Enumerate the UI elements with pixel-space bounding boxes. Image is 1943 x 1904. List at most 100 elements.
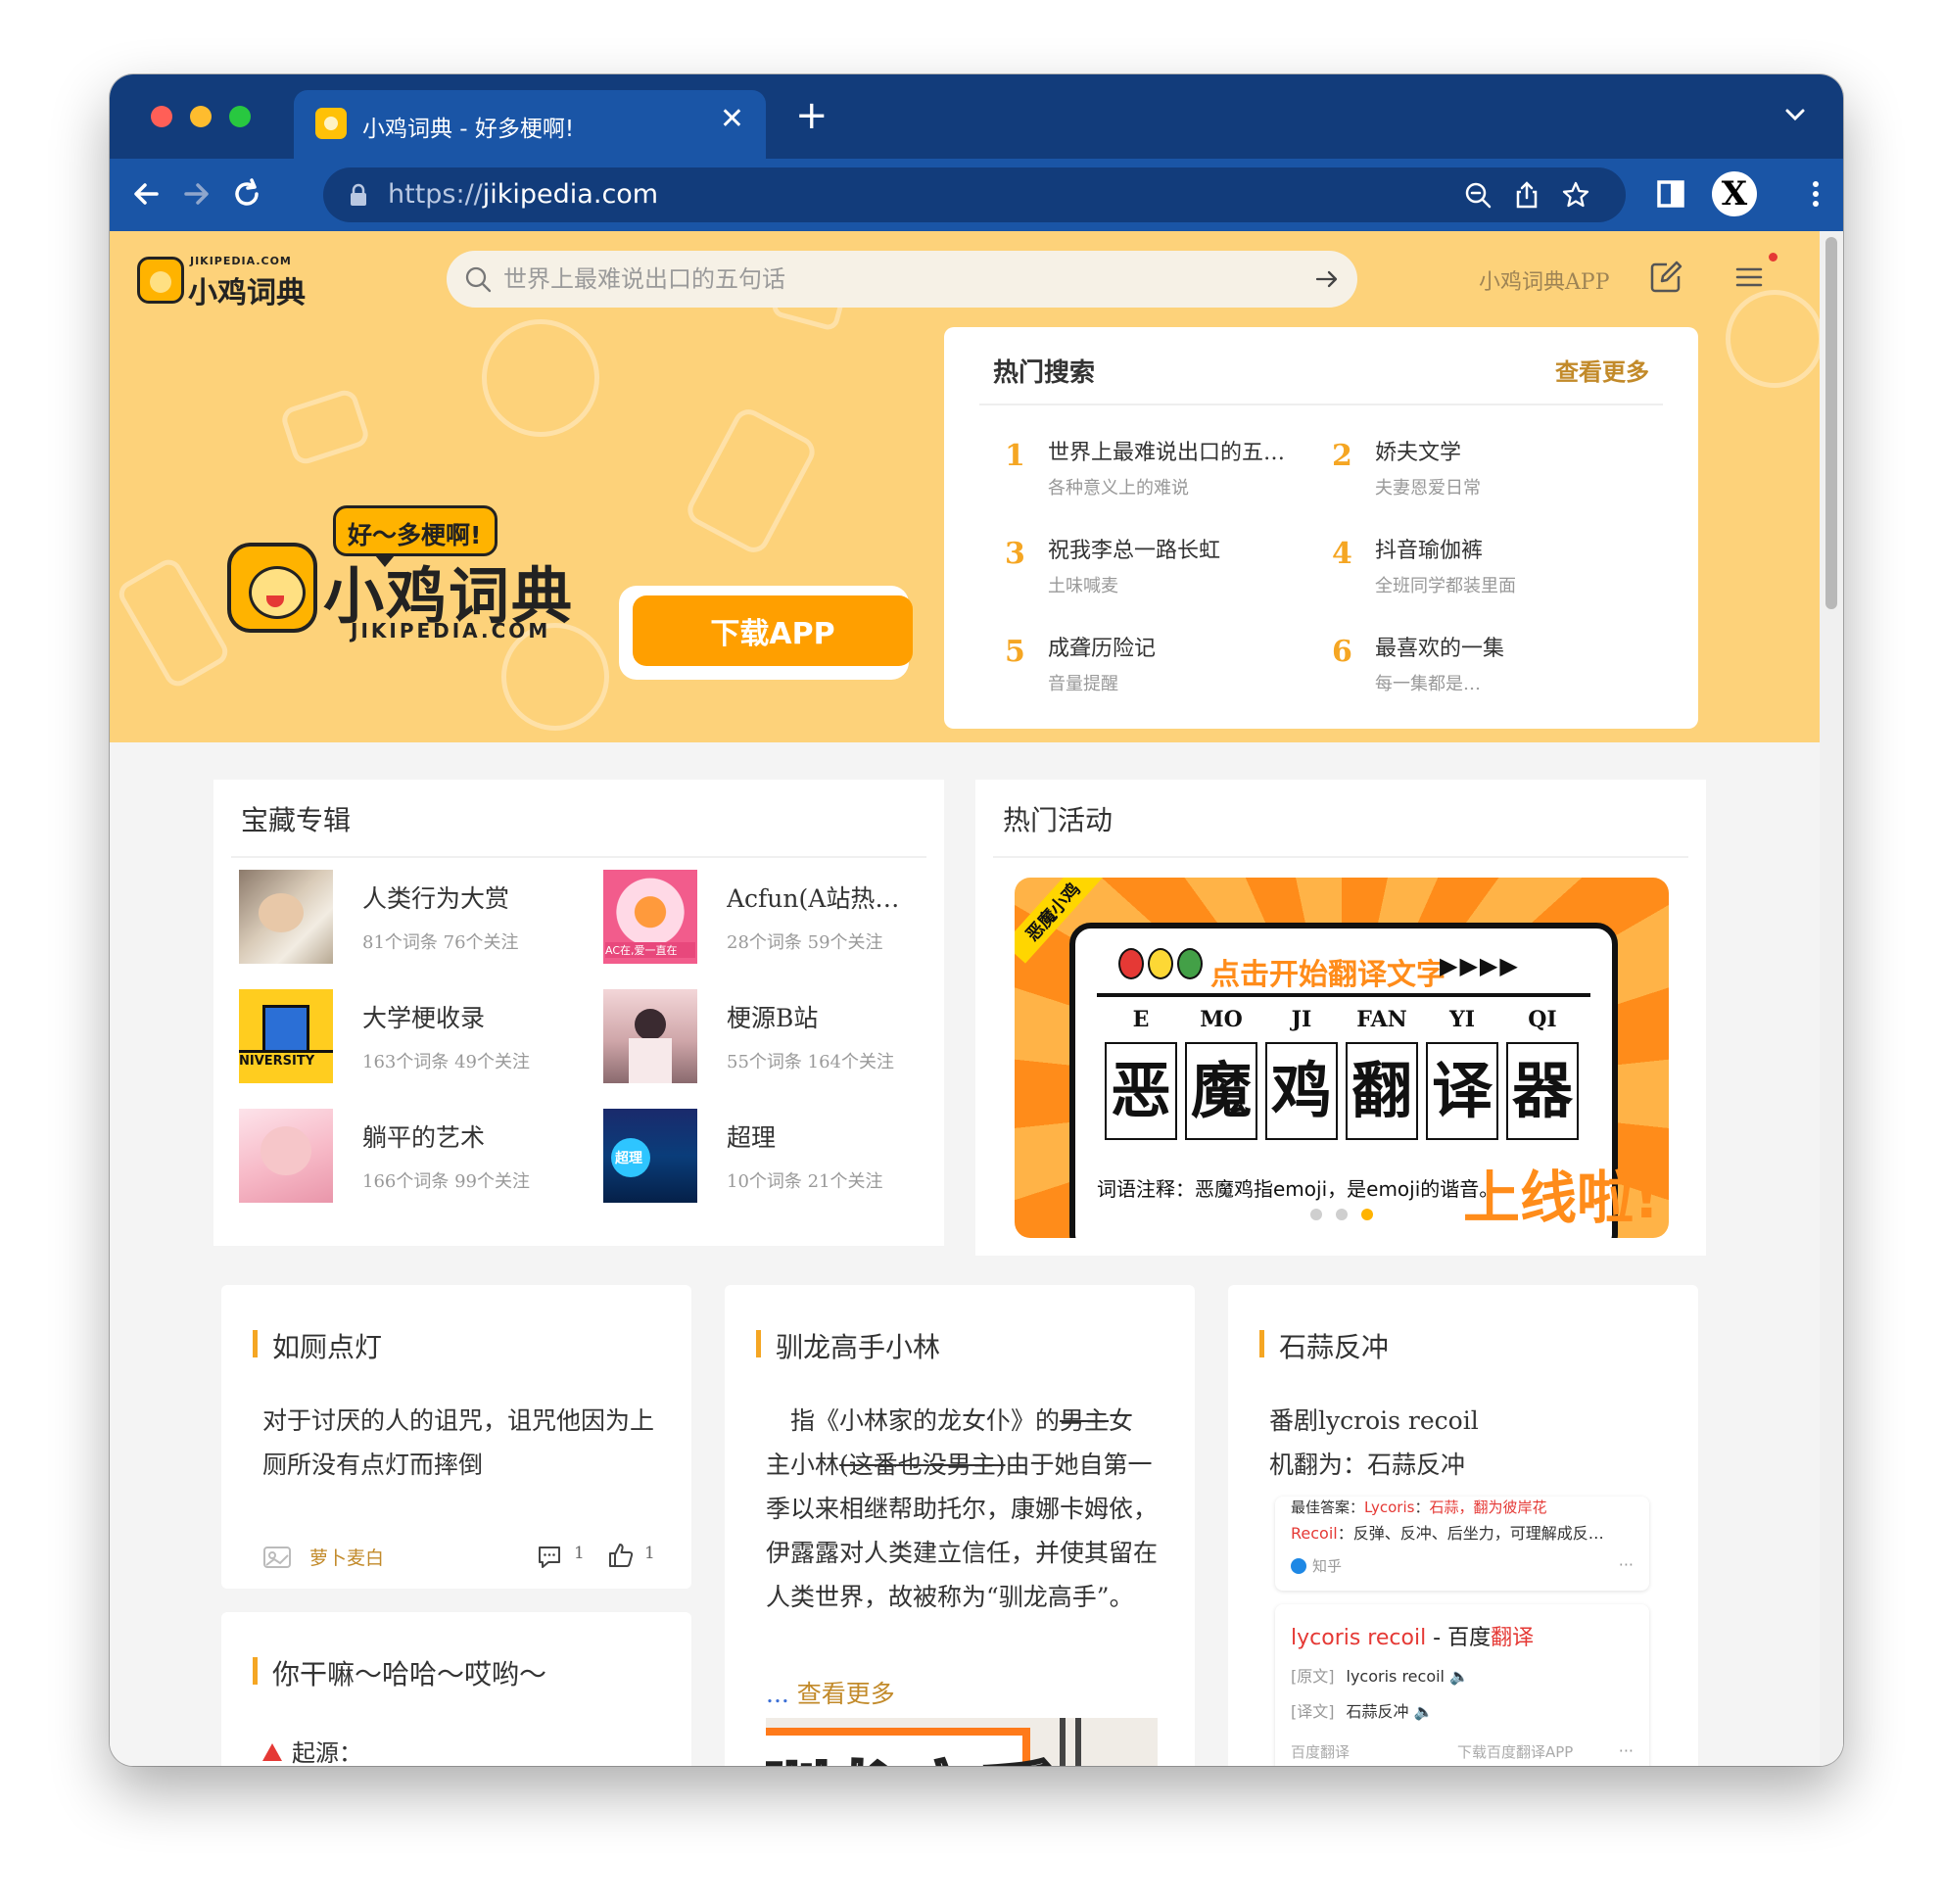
zhihu-best-answer: 最佳答案：Lycoris：石蒜，翻为彼岸花 — [1291, 1499, 1547, 1516]
more-icon: ··· — [1618, 1741, 1634, 1760]
word-title: 石蒜反冲 — [1259, 1326, 1389, 1365]
carousel-dot[interactable] — [1336, 1209, 1348, 1220]
album-card[interactable]: 人类行为大赏 81个词条 76个关注 — [239, 870, 572, 968]
album-card[interactable]: AC在,爱一直在 Acfun(A站热… 28个词条 59个关注 — [603, 870, 936, 968]
hot-search-item[interactable]: 4 抖音瑜伽裤 全班同学都装里面 — [1332, 533, 1645, 611]
reload-icon[interactable] — [227, 174, 266, 214]
banner-character: 恶 — [1105, 1042, 1177, 1140]
baidu-translation-row: [译文] 石蒜反冲 🔈 — [1291, 1702, 1434, 1721]
comment-icon[interactable] — [537, 1544, 562, 1569]
hot-subtitle: 每一集都是… — [1375, 674, 1481, 694]
search-bar[interactable] — [447, 251, 1357, 308]
carousel-dot[interactable] — [1310, 1209, 1322, 1220]
new-tab-icon[interactable]: + — [795, 96, 829, 135]
scrollbar-thumb[interactable] — [1825, 237, 1837, 609]
see-more-link[interactable]: ... 查看更多 — [766, 1675, 895, 1710]
album-card[interactable]: 躺平的艺术 166个词条 99个关注 — [239, 1109, 572, 1207]
sidebar-icon[interactable] — [1651, 174, 1690, 214]
banner-headline: 点击开始翻译文字 — [1210, 958, 1445, 992]
word-card[interactable]: 你干嘛～哈哈～哎哟～ 起源： — [221, 1612, 691, 1766]
album-meta: 166个词条 99个关注 — [362, 1171, 530, 1192]
hot-rank: 4 — [1332, 537, 1352, 571]
album-name: Acfun(A站热… — [727, 884, 900, 913]
hamburger-menu-icon[interactable] — [1733, 262, 1765, 292]
thumbs-up-icon[interactable] — [607, 1542, 635, 1569]
yellow-light-icon — [1148, 948, 1173, 979]
doodle-popsicle-icon — [114, 554, 233, 691]
edit-icon[interactable] — [1647, 259, 1684, 296]
carousel-dot-active[interactable] — [1361, 1209, 1373, 1220]
arrow-right-icon[interactable] — [1314, 266, 1340, 292]
forward-arrow-icon[interactable] — [176, 174, 215, 214]
search-icon — [465, 266, 492, 293]
hot-name: 世界上最难说出口的五… — [1048, 441, 1286, 465]
scrollbar-track[interactable] — [1820, 231, 1843, 1766]
hot-search-item[interactable]: 5 成聋历险记 音量提醒 — [1005, 631, 1318, 709]
album-thumbnail — [239, 870, 333, 964]
album-name: 大学梗收录 — [362, 1004, 486, 1032]
active-tab[interactable]: 小鸡词典 - 好多梗啊! ✕ — [294, 90, 766, 159]
zoom-window-button[interactable] — [229, 106, 251, 127]
hot-subtitle: 全班同学都装里面 — [1375, 576, 1516, 596]
divider — [979, 404, 1663, 405]
author-name[interactable]: 萝卜麦白 — [309, 1544, 384, 1570]
hot-rank: 2 — [1332, 439, 1352, 473]
hot-search-item[interactable]: 6 最喜欢的一集 每一集都是… — [1332, 631, 1645, 709]
app-download-link[interactable]: 小鸡词典APP — [1479, 264, 1610, 296]
word-card[interactable]: 驯龙高手小林 指《小林家的龙女仆》的男主女主小林(这番也没男主)由于她自第一季以… — [725, 1285, 1195, 1766]
album-card[interactable]: NIVERSITY 大学梗收录 163个词条 49个关注 — [239, 989, 572, 1087]
album-card[interactable]: 梗源B站 55个词条 164个关注 — [603, 989, 936, 1087]
event-banner[interactable]: 恶魔小鸡 点击开始翻译文字 ▶▶▶▶ E MO JI FAN YI QI 恶 魔 — [1015, 878, 1669, 1238]
events-title: 热门活动 — [1003, 804, 1114, 836]
album-name: 躺平的艺术 — [362, 1123, 486, 1152]
hot-subtitle: 音量提醒 — [1048, 674, 1118, 694]
word-footer: 萝卜麦白 1 1 — [262, 1540, 660, 1575]
hot-search-more-link[interactable]: 查看更多 — [1555, 353, 1649, 387]
close-window-button[interactable] — [151, 106, 172, 127]
back-arrow-icon[interactable] — [127, 174, 166, 214]
hot-name: 抖音瑜伽裤 — [1375, 539, 1484, 563]
baidu-app-link: 下载百度翻译APP — [1457, 1743, 1574, 1761]
bookmark-star-icon[interactable] — [1561, 180, 1590, 210]
like-count: 1 — [644, 1544, 655, 1563]
speaker-icon: 🔈 — [1449, 1667, 1470, 1686]
brand-domain: JIKIPEDIA.COM — [351, 619, 551, 643]
album-thumbnail — [603, 989, 697, 1083]
banner-character: 译 — [1426, 1042, 1498, 1140]
album-meta: 10个词条 21个关注 — [727, 1171, 883, 1192]
tab-title: 小鸡词典 - 好多梗啊! — [362, 117, 575, 142]
comment-count: 1 — [574, 1544, 585, 1563]
address-bar[interactable]: https://jikipedia.com — [323, 167, 1626, 222]
album-card[interactable]: 超理 超理 10个词条 21个关注 — [603, 1109, 936, 1207]
logo-name: 小鸡词典 — [188, 276, 306, 310]
hot-search-item[interactable]: 1 世界上最难说出口的五… 各种意义上的难说 — [1005, 435, 1318, 513]
search-input[interactable] — [503, 251, 1287, 308]
minimize-window-button[interactable] — [190, 106, 212, 127]
profile-avatar[interactable]: X — [1712, 171, 1757, 216]
album-thumb-caption: NIVERSITY — [239, 1054, 315, 1069]
divider — [993, 856, 1688, 858]
more-icon: ··· — [1618, 1555, 1634, 1574]
hot-subtitle: 夫妻恩爱日常 — [1375, 478, 1481, 499]
banner-pinyin: E — [1132, 1007, 1150, 1032]
album-thumb-caption: 超理 — [615, 1151, 642, 1166]
more-vertical-icon[interactable] — [1796, 174, 1835, 214]
hot-name: 娇夫文学 — [1375, 441, 1462, 465]
tab-close-icon[interactable]: ✕ — [720, 105, 744, 134]
album-meta: 28个词条 59个关注 — [727, 932, 883, 953]
zoom-out-icon[interactable] — [1463, 180, 1493, 210]
download-app-button[interactable]: 下载APP — [633, 595, 913, 666]
chevron-down-icon[interactable] — [1782, 102, 1808, 127]
site-logo[interactable]: JIKIPEDIA.COM 小鸡词典 — [137, 253, 313, 310]
banner-pinyin: JI — [1291, 1007, 1312, 1032]
banner-pinyin: QI — [1528, 1007, 1557, 1032]
hot-search-item[interactable]: 2 娇夫文学 夫妻恩爱日常 — [1332, 435, 1645, 513]
word-card[interactable]: 如厕点灯 对于讨厌的人的诅咒，诅咒他因为上厕所没有点灯而摔倒 萝卜麦白 1 1 — [221, 1285, 691, 1589]
album-thumbnail: AC在,爱一直在 — [603, 870, 697, 964]
word-card[interactable]: 石蒜反冲 番剧lycrois recoil 机翻为：石蒜反冲 最佳答案：Lyco… — [1228, 1285, 1698, 1766]
hot-search-item[interactable]: 3 祝我李总一路长虹 土味喊麦 — [1005, 533, 1318, 611]
hot-rank: 5 — [1005, 635, 1025, 669]
hot-search-title: 热门搜索 — [993, 358, 1096, 388]
author-avatar-icon[interactable] — [262, 1544, 292, 1569]
share-icon[interactable] — [1512, 180, 1541, 210]
